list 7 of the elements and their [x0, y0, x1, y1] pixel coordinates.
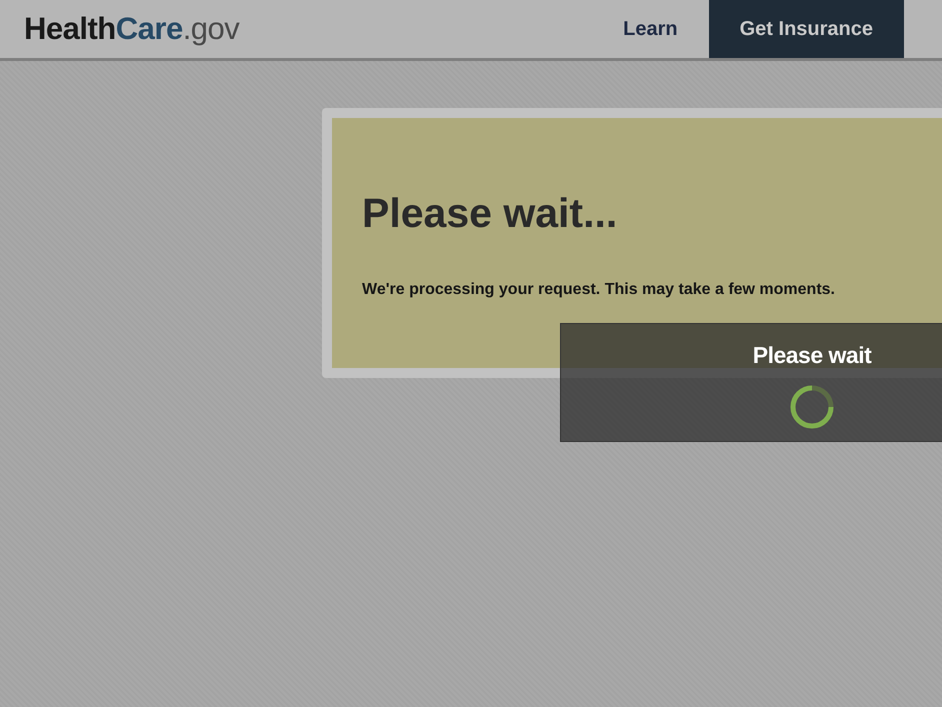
spinner-icon	[788, 383, 836, 431]
nav-link[interactable]: Learn	[592, 0, 709, 58]
nav-link[interactable]: Get Insurance	[708, 0, 904, 58]
page-title: Please wait...	[362, 190, 618, 237]
overlay-title: Please wait	[752, 342, 872, 369]
processing-message: We're processing your request. This may take a few moments.	[362, 281, 836, 299]
healthcare-logo[interactable]: HealthCare.gov	[24, 0, 592, 58]
